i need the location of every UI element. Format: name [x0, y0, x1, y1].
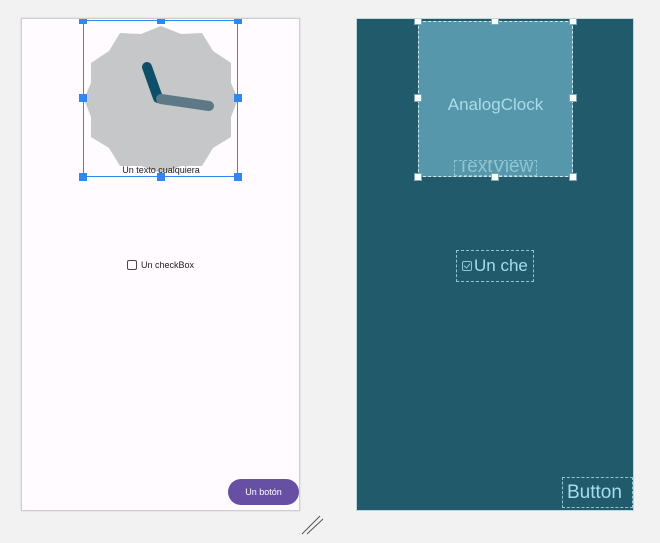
- blueprint-clock-label: AnalogClock: [447, 95, 544, 114]
- blueprint-button[interactable]: Button: [562, 477, 633, 508]
- resize-handle[interactable]: [234, 19, 242, 24]
- design-view[interactable]: Un texto cualquiera Un checkBox Un botón: [21, 18, 300, 511]
- resize-handle[interactable]: [79, 94, 87, 102]
- selection-box: [83, 20, 238, 177]
- blueprint-resize-handle[interactable]: [491, 19, 499, 25]
- blueprint-checkbox-label: Un che: [474, 256, 528, 275]
- checkbox-icon: [462, 261, 472, 271]
- resize-handle[interactable]: [234, 173, 242, 181]
- blueprint-resize-handle[interactable]: [414, 173, 422, 181]
- button[interactable]: Un botón: [228, 479, 299, 505]
- blueprint-checkbox[interactable]: Un che: [456, 250, 534, 282]
- resize-handle[interactable]: [157, 173, 165, 181]
- resize-handle[interactable]: [79, 19, 87, 24]
- blueprint-resize-handle[interactable]: [569, 19, 577, 25]
- blueprint-resize-handle[interactable]: [569, 94, 577, 102]
- resize-grip-icon[interactable]: [300, 512, 324, 536]
- blueprint-resize-handle[interactable]: [569, 173, 577, 181]
- resize-handle[interactable]: [234, 94, 242, 102]
- blueprint-resize-handle[interactable]: [414, 19, 422, 25]
- blueprint-analog-clock[interactable]: AnalogClock: [418, 21, 573, 177]
- blueprint-resize-handle[interactable]: [414, 94, 422, 102]
- checkbox-label: Un checkBox: [141, 260, 195, 270]
- blueprint-view[interactable]: AnalogClock TextView Un che Button: [356, 18, 634, 511]
- checkbox[interactable]: Un checkBox: [127, 258, 194, 272]
- resize-handle[interactable]: [157, 19, 165, 24]
- resize-handle[interactable]: [79, 173, 87, 181]
- blueprint-resize-handle[interactable]: [491, 173, 499, 181]
- checkbox-icon[interactable]: [127, 260, 137, 270]
